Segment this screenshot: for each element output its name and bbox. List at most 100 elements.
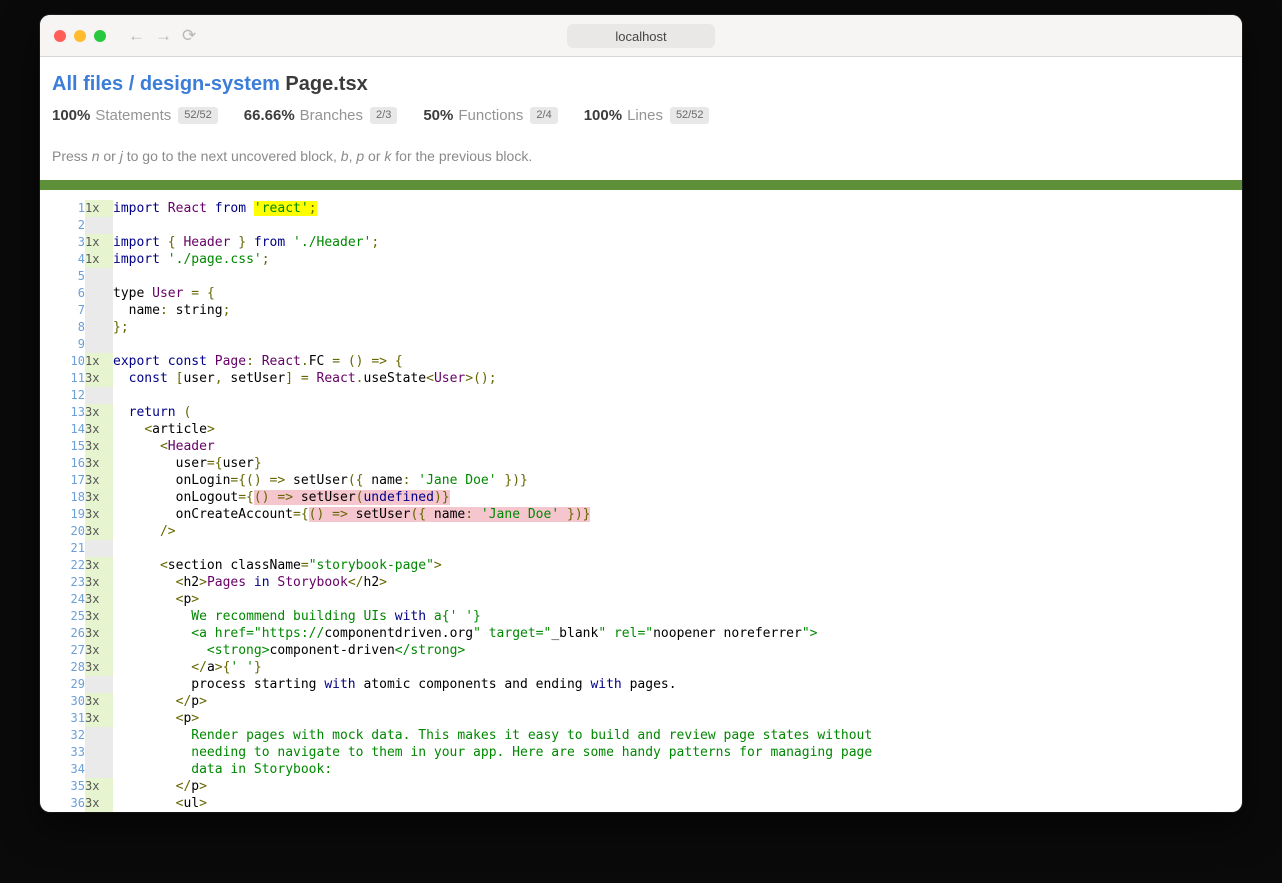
hit-count [85, 744, 113, 761]
metric-label: Functions [458, 107, 523, 124]
metric-percentage: 100% [52, 107, 90, 124]
line-number: 12 [52, 387, 85, 404]
forward-icon[interactable]: → [155, 27, 172, 44]
code-line: 113x const [user, setUser] = React.useSt… [52, 370, 1230, 387]
code-line: 7 name: string; [52, 302, 1230, 319]
code-line: 6 type User = { [52, 285, 1230, 302]
hit-count: 1x [85, 234, 113, 251]
code-line: 273x <strong>component-driven</strong> [52, 642, 1230, 659]
code-text [113, 336, 1230, 353]
code-line: 11ximport React from 'react'; [52, 200, 1230, 217]
hit-count: 3x [85, 404, 113, 421]
breadcrumb-design-system[interactable]: design-system [140, 73, 280, 95]
hit-count [85, 217, 113, 234]
line-number: 11 [52, 370, 85, 387]
metric-label: Lines [627, 107, 663, 124]
code-text: /> [113, 523, 1230, 540]
line-number: 18 [52, 489, 85, 506]
code-text [113, 387, 1230, 404]
code-text: onCreateAccount={() => setUser({ name: '… [113, 506, 1230, 523]
code-text: </a>{' '} [113, 659, 1230, 676]
hit-count [85, 761, 113, 778]
line-number: 9 [52, 336, 85, 353]
hit-count: 3x [85, 625, 113, 642]
help-text-fragment: or [364, 148, 384, 164]
line-number: 21 [52, 540, 85, 557]
breadcrumb-current-file: Page.tsx [280, 73, 368, 95]
minimize-button[interactable] [74, 30, 86, 42]
code-line: 153x <Header [52, 438, 1230, 455]
line-number: 7 [52, 302, 85, 319]
reload-icon[interactable]: ⟳ [182, 27, 196, 44]
code-line: 8 }; [52, 319, 1230, 336]
line-number: 2 [52, 217, 85, 234]
hit-count: 3x [85, 489, 113, 506]
metric-lines: 100% Lines 52/52 [584, 107, 710, 124]
hit-count: 3x [85, 557, 113, 574]
hit-count: 3x [85, 608, 113, 625]
hit-count [85, 285, 113, 302]
code-line: 283x </a>{' '} [52, 659, 1230, 676]
code-line: 34 data in Storybook: [52, 761, 1230, 778]
hit-count [85, 336, 113, 353]
hit-count [85, 727, 113, 744]
code-text: const [user, setUser] = React.useState<U… [113, 370, 1230, 387]
metric-branches: 66.66%Branches2/3 [244, 107, 398, 124]
code-line: 233x <h2>Pages in Storybook</h2> [52, 574, 1230, 591]
line-number: 30 [52, 693, 85, 710]
breadcrumb: All files / design-system Page.tsx [52, 71, 1230, 97]
code-line: 183x onLogout={() => setUser(undefined)} [52, 489, 1230, 506]
code-text: <ul> [113, 795, 1230, 812]
zoom-button[interactable] [94, 30, 106, 42]
hit-count: 3x [85, 693, 113, 710]
hit-count: 3x [85, 506, 113, 523]
shortcut-key: b [341, 148, 349, 164]
metric-statements: 100%Statements52/52 [52, 107, 218, 124]
address-bar[interactable]: localhost [567, 24, 715, 48]
metric-fraction-badge: 52/52 [670, 107, 710, 124]
code-text: <strong>component-driven</strong> [113, 642, 1230, 659]
code-text: name: string; [113, 302, 1230, 319]
line-number: 16 [52, 455, 85, 472]
code-text: <section className="storybook-page"> [113, 557, 1230, 574]
code-line: 163x user={user} [52, 455, 1230, 472]
metric-percentage: 66.66% [244, 107, 295, 124]
metric-fraction-badge: 2/3 [370, 107, 397, 124]
browser-nav: ← → ⟳ [128, 27, 196, 44]
hit-count: 1x [85, 251, 113, 268]
line-number: 33 [52, 744, 85, 761]
code-line: 2 [52, 217, 1230, 234]
code-line: 223x <section className="storybook-page"… [52, 557, 1230, 574]
line-number: 29 [52, 676, 85, 693]
code-line: 193x onCreateAccount={() => setUser({ na… [52, 506, 1230, 523]
browser-window: ← → ⟳ localhost All files / design-syste… [40, 15, 1242, 812]
breadcrumb-all-files[interactable]: All files [52, 73, 123, 95]
help-text-fragment: or [99, 148, 119, 164]
hit-count [85, 302, 113, 319]
code-line: 203x /> [52, 523, 1230, 540]
line-number: 15 [52, 438, 85, 455]
code-text: process starting with atomic components … [113, 676, 1230, 693]
line-number: 1 [52, 200, 85, 217]
line-number: 27 [52, 642, 85, 659]
code-line: 9 [52, 336, 1230, 353]
hit-count: 3x [85, 795, 113, 812]
code-text: }; [113, 319, 1230, 336]
metric-percentage: 100% [584, 107, 622, 124]
code-line: 173x onLogin={() => setUser({ name: 'Jan… [52, 472, 1230, 489]
keyboard-help-text: Press n or j to go to the next uncovered… [52, 148, 1230, 164]
help-text-fragment: for the previous block. [391, 148, 532, 164]
hit-count [85, 676, 113, 693]
code-text: Render pages with mock data. This makes … [113, 727, 1230, 744]
code-text: <p> [113, 710, 1230, 727]
close-button[interactable] [54, 30, 66, 42]
code-line: 313x <p> [52, 710, 1230, 727]
back-icon[interactable]: ← [128, 27, 145, 44]
line-number: 24 [52, 591, 85, 608]
line-number: 34 [52, 761, 85, 778]
code-line: 263x <a href="https://componentdriven.or… [52, 625, 1230, 642]
code-line: 143x <article> [52, 421, 1230, 438]
line-number: 25 [52, 608, 85, 625]
code-line: 29 process starting with atomic componen… [52, 676, 1230, 693]
source-code-area: 11ximport React from 'react';2 31ximport… [52, 190, 1230, 812]
